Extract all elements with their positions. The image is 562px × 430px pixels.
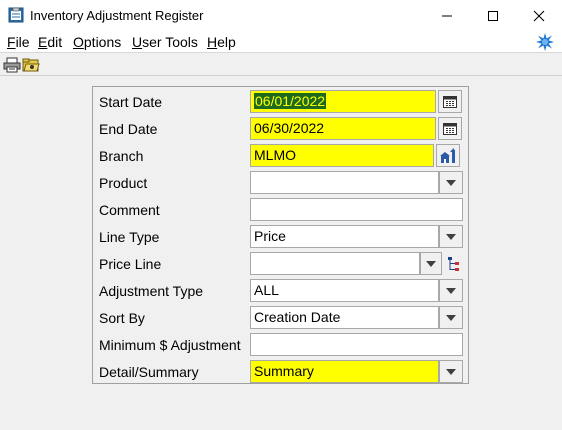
product-dropdown-button[interactable] — [439, 171, 463, 194]
line-type-value: Price — [254, 228, 286, 244]
calendar-icon — [443, 95, 457, 108]
start-date-value: 06/01/2022 — [254, 93, 327, 109]
end-date-label: End Date — [99, 121, 158, 137]
adjustment-type-dropdown-button[interactable] — [439, 279, 463, 302]
price-line-tree-button[interactable] — [444, 252, 464, 275]
menu-user-tools[interactable]: User Tools — [132, 34, 198, 50]
branch-value: MLMO — [254, 147, 296, 163]
menu-file-accel: F — [7, 34, 16, 50]
sort-by-label: Sort By — [99, 310, 145, 326]
price-line-field[interactable] — [250, 252, 420, 275]
menu-bar: File Edit Options User Tools Help — [0, 31, 562, 53]
title-bar: Inventory Adjustment Register — [0, 0, 562, 31]
printer-icon[interactable] — [3, 57, 21, 73]
minimize-button[interactable] — [424, 0, 470, 31]
start-date-calendar-button[interactable] — [438, 90, 462, 113]
min-adjustment-label: Minimum $ Adjustment — [99, 337, 241, 353]
product-label: Product — [99, 175, 148, 191]
line-type-select[interactable]: Price — [250, 225, 439, 248]
price-line-dropdown-button[interactable] — [420, 252, 442, 275]
menu-options-rest: ptions — [83, 34, 122, 50]
menu-help[interactable]: Help — [207, 34, 236, 50]
start-date-field[interactable]: 06/01/2022 — [250, 90, 436, 113]
folder-icon[interactable] — [22, 57, 40, 73]
adjustment-type-label: Adjustment Type — [99, 283, 204, 299]
end-date-field[interactable]: 06/30/2022 — [250, 117, 436, 140]
close-icon — [533, 10, 545, 21]
window-title: Inventory Adjustment Register — [30, 8, 204, 23]
detail-summary-label: Detail/Summary — [99, 364, 199, 380]
min-adjustment-field[interactable] — [250, 333, 463, 356]
report-parameters-panel: Start Date 06/01/2022 End Date 06/30/202… — [92, 86, 469, 384]
app-icon — [8, 7, 24, 23]
menu-file[interactable]: File — [7, 34, 30, 50]
comment-field[interactable] — [250, 198, 463, 221]
branch-label: Branch — [99, 148, 144, 164]
line-type-dropdown-button[interactable] — [439, 225, 463, 248]
menu-options-accel: O — [73, 34, 84, 50]
maximize-button[interactable] — [470, 0, 516, 31]
menu-file-rest: ile — [15, 34, 30, 50]
adjustment-type-select[interactable]: ALL — [250, 279, 439, 302]
menu-user-tools-accel: U — [132, 34, 143, 50]
menu-user-tools-rest: ser Tools — [142, 34, 198, 50]
branch-lookup-icon — [440, 147, 455, 163]
menu-edit[interactable]: Edit — [38, 34, 62, 50]
sort-by-value: Creation Date — [254, 309, 341, 325]
branch-field[interactable]: MLMO — [250, 144, 434, 167]
price-line-label: Price Line — [99, 256, 162, 272]
detail-summary-dropdown-button[interactable] — [439, 360, 463, 383]
sort-by-dropdown-button[interactable] — [439, 306, 463, 329]
tree-hierarchy-icon — [448, 256, 459, 271]
end-date-calendar-button[interactable] — [438, 117, 462, 140]
menu-edit-accel: E — [38, 34, 48, 50]
menu-options[interactable]: Options — [73, 34, 121, 50]
detail-summary-select[interactable]: Summary — [250, 360, 439, 383]
close-button[interactable] — [516, 0, 562, 31]
minimize-icon — [442, 15, 452, 16]
sort-by-select[interactable]: Creation Date — [250, 306, 439, 329]
menu-help-rest: elp — [217, 34, 236, 50]
start-date-label: Start Date — [99, 94, 163, 110]
detail-summary-value: Summary — [254, 363, 314, 379]
maximize-icon — [488, 10, 498, 21]
adjustment-type-value: ALL — [254, 282, 279, 298]
end-date-value: 06/30/2022 — [254, 120, 325, 136]
toolbar — [0, 54, 562, 76]
branch-lookup-button[interactable] — [436, 144, 460, 167]
star-burst-icon[interactable] — [536, 33, 554, 51]
line-type-label: Line Type — [99, 229, 160, 245]
calendar-icon — [443, 122, 457, 135]
product-field[interactable] — [250, 171, 439, 194]
menu-help-accel: H — [207, 34, 218, 50]
menu-edit-rest: dit — [47, 34, 63, 50]
comment-label: Comment — [99, 202, 160, 218]
